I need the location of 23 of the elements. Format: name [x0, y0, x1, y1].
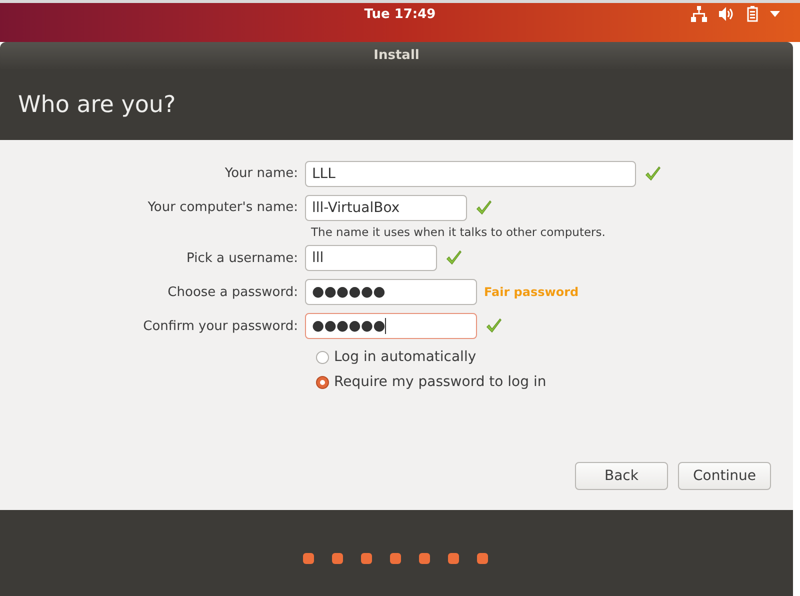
network-icon[interactable] — [691, 6, 707, 22]
input-field[interactable]: lll — [305, 245, 437, 272]
radio-option[interactable]: Require my password to log in — [316, 372, 793, 394]
password-strength: Fair password — [484, 284, 579, 302]
caret-icon[interactable] — [770, 11, 780, 17]
volume-icon[interactable] — [719, 7, 735, 21]
wizard-button[interactable]: Continue — [678, 462, 771, 490]
field-label: Choose a password: — [166, 284, 299, 302]
battery-icon[interactable] — [747, 6, 758, 22]
wizard-button[interactable]: Back — [575, 462, 668, 490]
input-field[interactable]: ●●●●●● — [305, 279, 477, 306]
input-field[interactable]: lll-VirtualBox — [305, 195, 467, 221]
field-label: Pick a username: — [186, 250, 299, 268]
input-field[interactable]: LLL — [305, 161, 636, 187]
field-label: Confirm your password: — [142, 318, 299, 336]
field-label: Your name: — [224, 165, 299, 184]
input-field[interactable]: ●●●●●● — [305, 313, 477, 340]
page-heading: Who are you? — [18, 90, 176, 120]
field-label: Your computer's name: — [146, 199, 299, 218]
window-title: Install — [374, 47, 420, 66]
radio-option[interactable]: Log in automatically — [316, 347, 793, 368]
clock[interactable]: Tue 17:49 — [364, 5, 436, 24]
hint-text: The name it uses when it talks to other computers. — [311, 225, 606, 239]
